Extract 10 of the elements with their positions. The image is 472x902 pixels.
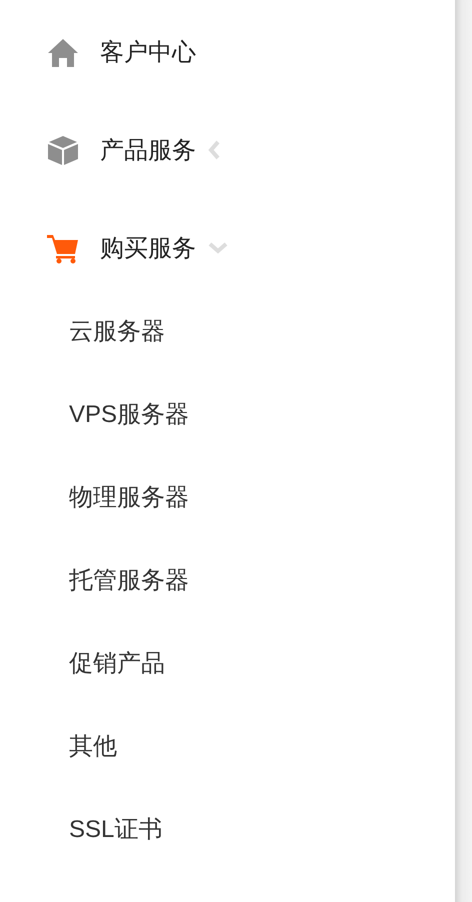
submenu-item[interactable]: 物理服务器: [69, 480, 189, 512]
submenu-item[interactable]: 云服务器: [69, 314, 165, 346]
submenu-item[interactable]: SSL证书: [69, 812, 162, 844]
submenu-item[interactable]: 促销产品: [69, 646, 165, 678]
menu-item[interactable]: 产品服务: [100, 134, 196, 166]
menu-item[interactable]: 客户中心: [100, 36, 196, 68]
menu-item[interactable]: 购买服务: [100, 232, 196, 264]
submenu-item[interactable]: 其他: [69, 730, 117, 762]
submenu-item[interactable]: VPS服务器: [69, 398, 190, 430]
submenu-item[interactable]: 托管服务器: [69, 564, 189, 596]
